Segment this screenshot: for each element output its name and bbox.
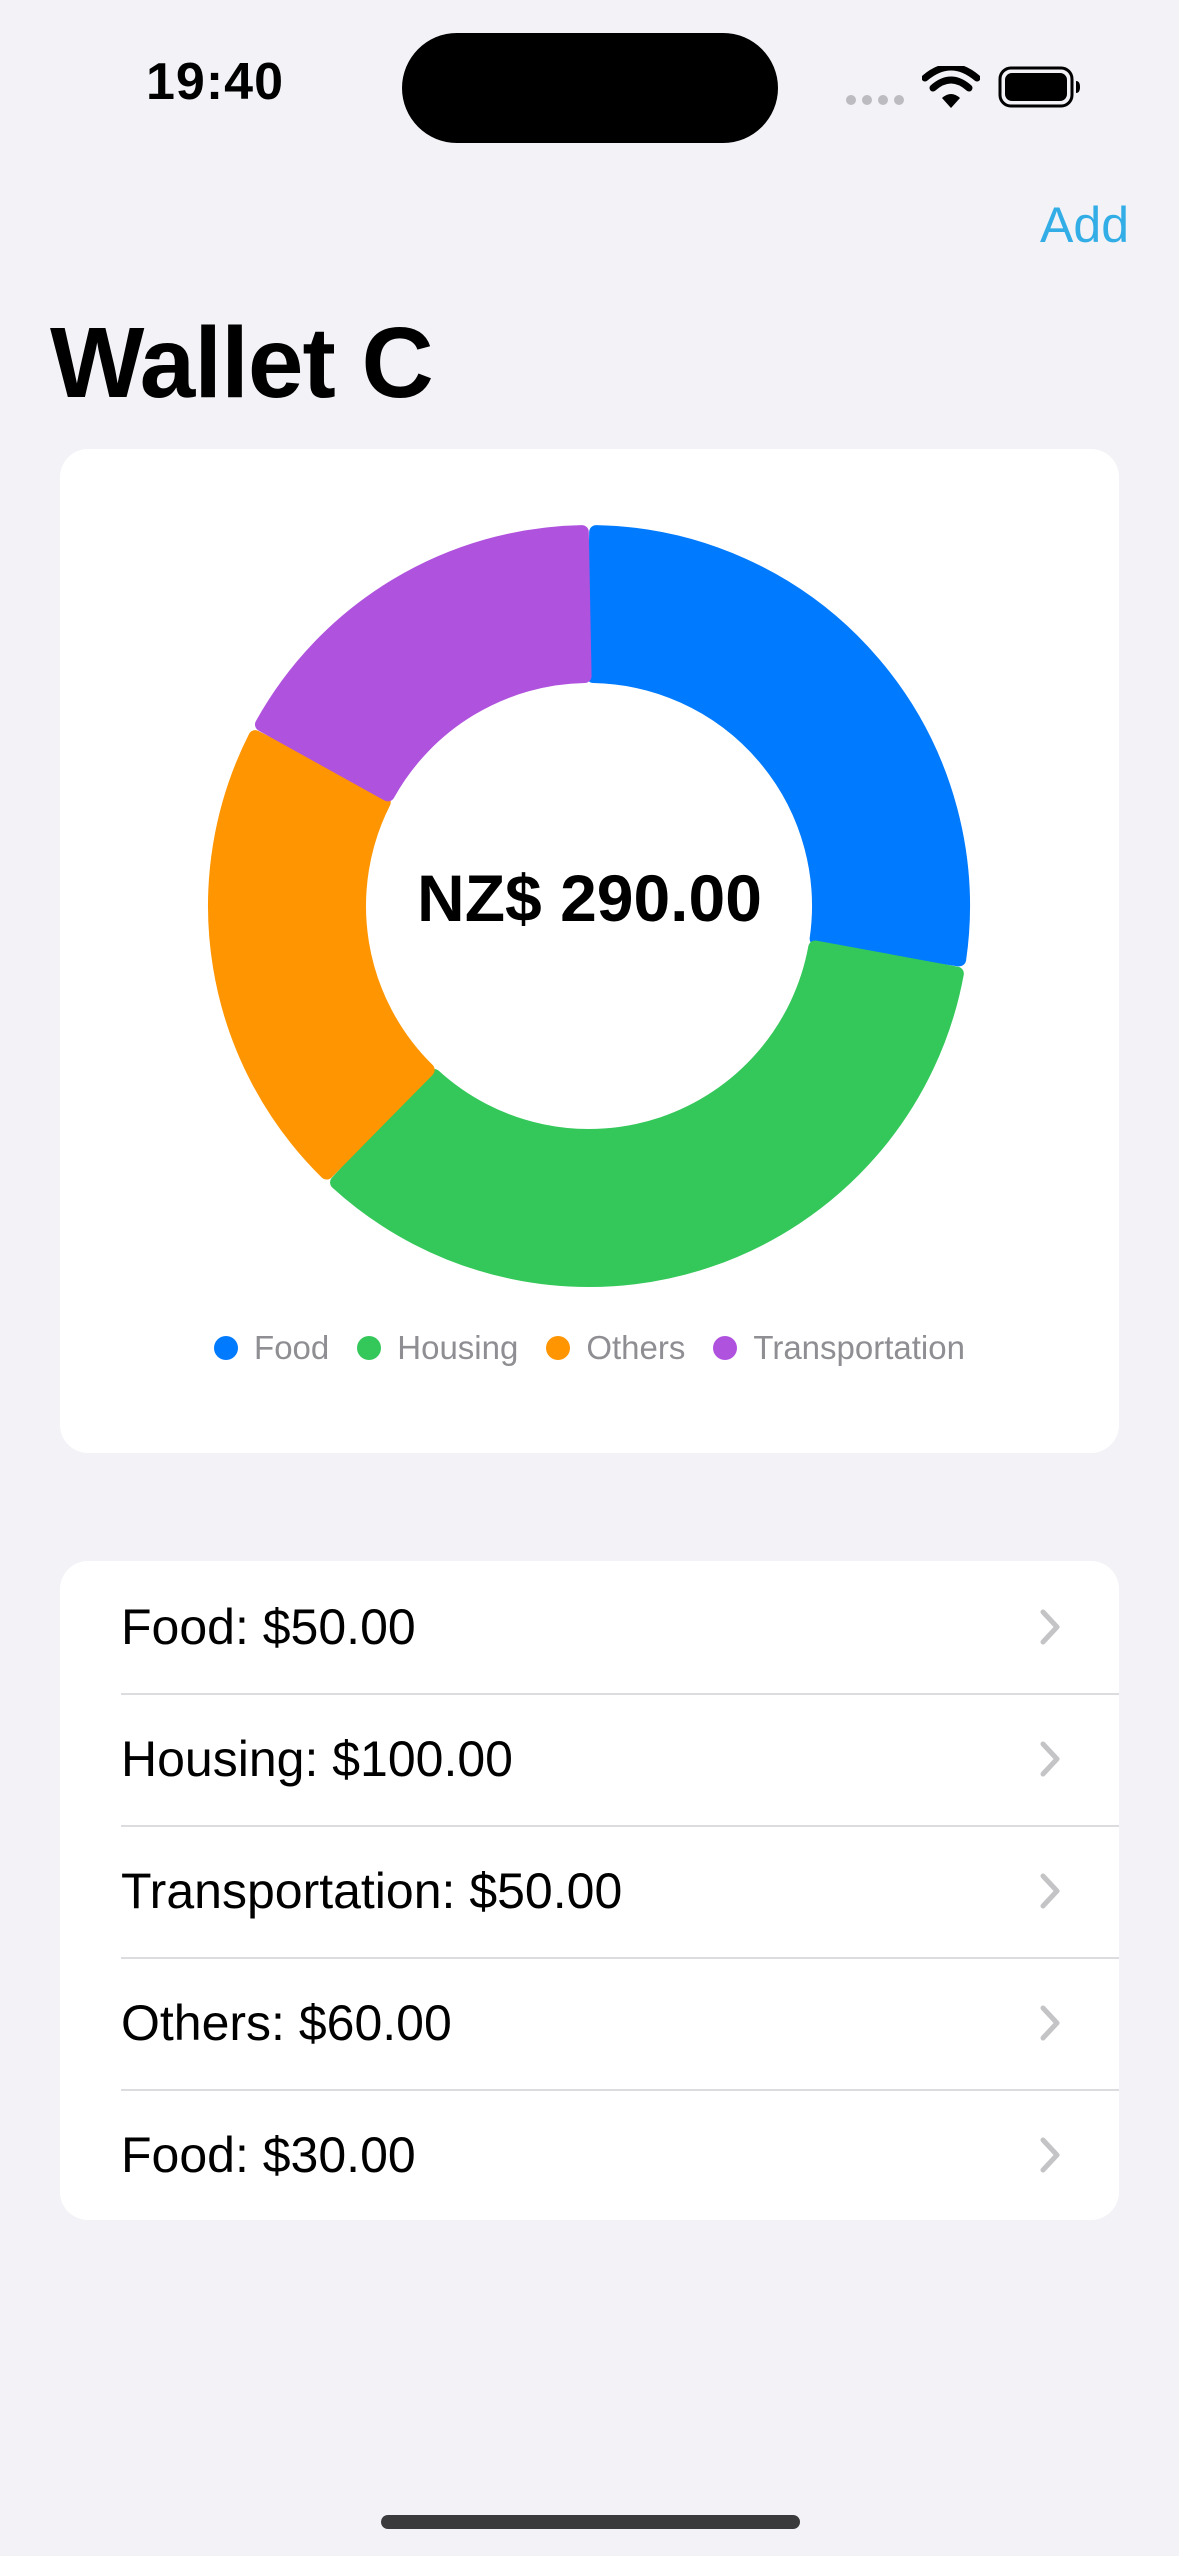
transaction-row[interactable]: Housing: $100.00 xyxy=(60,1693,1119,1825)
transaction-list: Food: $50.00 Housing: $100.00 Transportati… xyxy=(60,1561,1119,2220)
status-bar: 19:40 xyxy=(0,0,1179,160)
donut-slice-others xyxy=(208,730,435,1180)
transaction-label: Housing: $100.00 xyxy=(121,1731,513,1787)
transaction-label: Others: $60.00 xyxy=(121,1995,452,2051)
chart-card: NZ$ 290.00 Food Housing Others Transportati… xyxy=(60,449,1119,1453)
chevron-right-icon xyxy=(1040,1609,1060,1645)
transaction-row[interactable]: Transportation: $50.00 xyxy=(60,1825,1119,1957)
chevron-right-icon xyxy=(1040,1741,1060,1777)
battery-icon xyxy=(998,66,1080,108)
add-button[interactable]: Add xyxy=(1040,196,1129,254)
cellular-signal-icon xyxy=(846,95,904,105)
donut-slice-housing xyxy=(330,940,964,1287)
donut-center-total: NZ$ 290.00 xyxy=(417,861,762,935)
legend-label: Others xyxy=(586,1329,686,1366)
transaction-row[interactable]: Food: $50.00 xyxy=(60,1561,1119,1693)
legend-swatch xyxy=(713,1336,738,1360)
page-title: Wallet C xyxy=(50,307,434,419)
chevron-right-icon xyxy=(1040,2005,1060,2041)
wifi-icon xyxy=(922,66,980,108)
transaction-row[interactable]: Food: $30.00 xyxy=(60,2089,1119,2220)
legend-swatch xyxy=(214,1336,239,1360)
legend-label: Transportation xyxy=(753,1329,965,1366)
chevron-right-icon xyxy=(1040,2137,1060,2173)
transaction-label: Food: $50.00 xyxy=(121,1599,416,1655)
transaction-label: Transportation: $50.00 xyxy=(121,1863,623,1919)
home-indicator xyxy=(381,2515,800,2529)
chart-legend: Food Housing Others Transportation xyxy=(60,1329,1119,1367)
dynamic-island xyxy=(402,33,778,143)
legend-swatch xyxy=(357,1336,382,1360)
status-time: 19:40 xyxy=(146,53,284,111)
legend-label: Food xyxy=(254,1329,330,1366)
legend-item: Others xyxy=(546,1329,685,1367)
transaction-row[interactable]: Others: $60.00 xyxy=(60,1957,1119,2089)
donut-slice-transportation xyxy=(254,525,592,802)
legend-label: Housing xyxy=(397,1329,519,1366)
transaction-label: Food: $30.00 xyxy=(121,2127,416,2183)
chevron-right-icon xyxy=(1040,1873,1060,1909)
legend-item: Food xyxy=(214,1329,329,1367)
legend-item: Transportation xyxy=(713,1329,965,1367)
legend-item: Housing xyxy=(357,1329,518,1367)
legend-swatch xyxy=(546,1336,571,1360)
